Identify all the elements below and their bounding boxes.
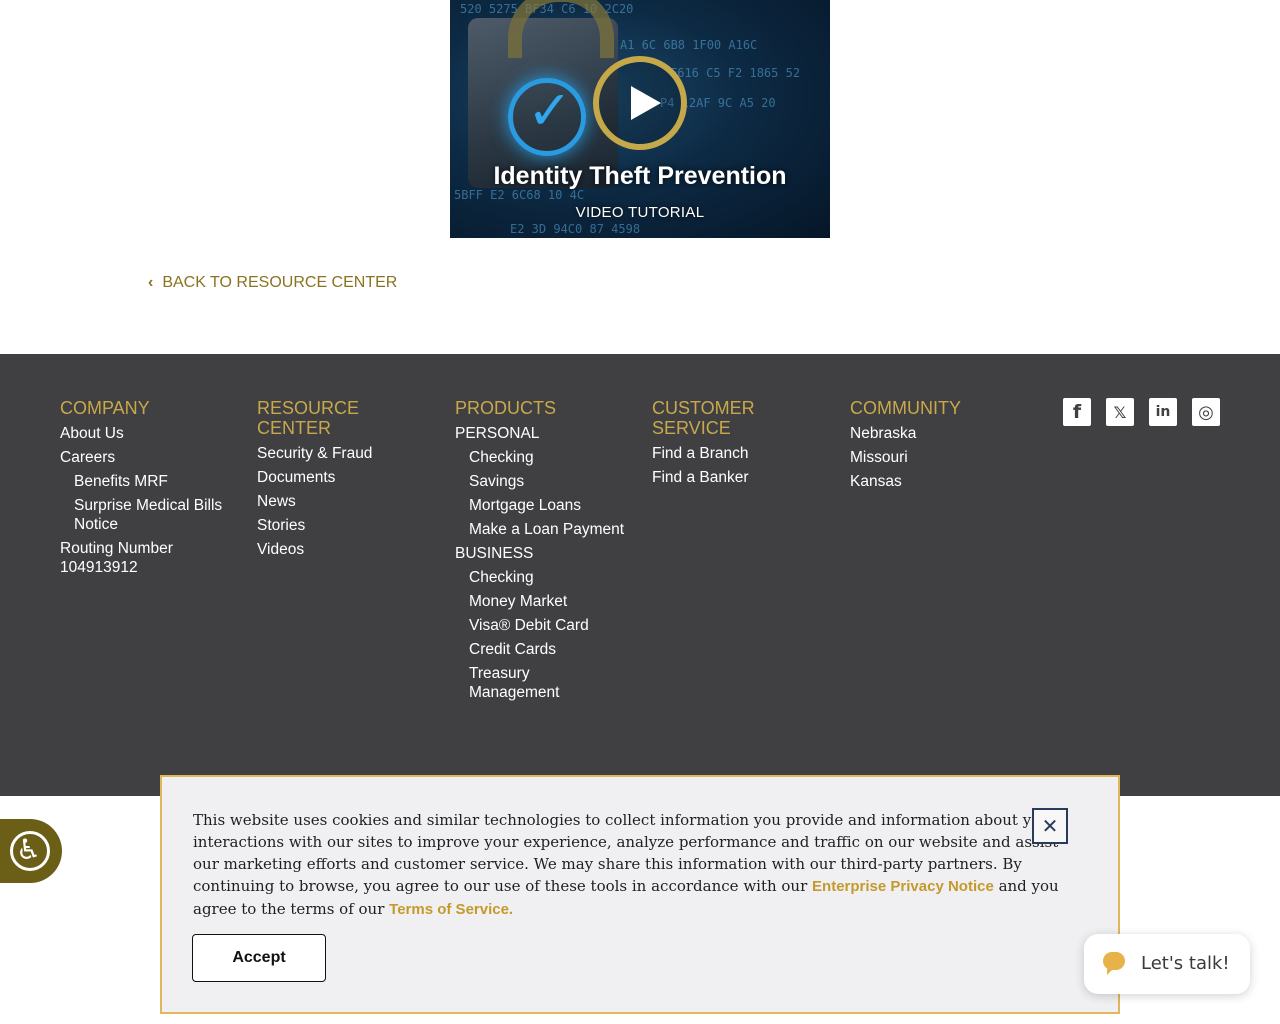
footer-resource-center-heading: RESOURCE CENTER xyxy=(257,398,360,438)
footer-link-treasury-management[interactable]: Treasury Management xyxy=(455,664,565,702)
footer-community-heading: COMMUNITY xyxy=(850,398,961,418)
footer-link-mortgage-loans[interactable]: Mortgage Loans xyxy=(455,496,635,515)
routing-number-value: 104913912 xyxy=(60,559,138,576)
footer-link-business-checking[interactable]: Checking xyxy=(455,568,635,587)
footer-link-benefits-mrf[interactable]: Benefits MRF xyxy=(60,472,240,491)
video-subtitle: VIDEO TUTORIAL xyxy=(575,204,705,221)
footer-link-visa-debit-card[interactable]: Visa® Debit Card xyxy=(455,616,635,635)
footer-link-personal[interactable]: PERSONAL xyxy=(455,424,635,443)
chat-bubble-icon xyxy=(1103,952,1125,975)
instagram-icon[interactable]: ◎ xyxy=(1192,398,1220,426)
video-hex-line: E2 3D 94C0 87 4598 xyxy=(510,222,641,236)
footer-customer-service-heading: CUSTOMER SERVICE xyxy=(652,398,755,438)
back-link-label: BACK TO RESOURCE CENTER xyxy=(162,274,398,291)
footer-company-column: COMPANY About Us Careers Benefits MRF Su… xyxy=(60,398,240,582)
footer-link-money-market[interactable]: Money Market xyxy=(455,592,635,611)
footer-company-heading: COMPANY xyxy=(60,398,150,418)
footer-link-security-fraud[interactable]: Security & Fraud xyxy=(257,444,437,463)
close-icon[interactable]: ✕ xyxy=(1032,808,1068,844)
padlock-shackle xyxy=(508,0,614,58)
footer-link-make-loan-payment[interactable]: Make a Loan Payment xyxy=(455,520,635,539)
footer-link-credit-cards[interactable]: Credit Cards xyxy=(455,640,635,659)
protected-check-icon: ✓ xyxy=(508,78,586,156)
wheelchair-icon: ♿ xyxy=(16,833,42,866)
footer-products-heading: PRODUCTS xyxy=(455,398,557,418)
linkedin-icon[interactable]: in xyxy=(1149,398,1177,426)
footer-link-surprise-medical-bills[interactable]: Surprise Medical Bills Notice xyxy=(60,496,230,534)
accessibility-button[interactable]: ♿ xyxy=(0,819,62,883)
footer-link-documents[interactable]: Documents xyxy=(257,468,437,487)
footer-resource-center-column: RESOURCE CENTER Security & Fraud Documen… xyxy=(257,398,437,564)
footer-link-find-banker[interactable]: Find a Banker xyxy=(652,468,832,487)
facebook-icon[interactable]: f xyxy=(1063,398,1091,426)
video-hex-line: A1 6C 6B8 1F00 A16C xyxy=(620,38,758,52)
footer-link-business[interactable]: BUSINESS xyxy=(455,544,635,563)
accept-button[interactable]: Accept xyxy=(192,934,326,982)
footer-link-nebraska[interactable]: Nebraska xyxy=(850,424,1030,443)
routing-number-label: Routing Number xyxy=(60,540,173,557)
cookie-message: This website uses cookies and similar te… xyxy=(193,809,1073,921)
footer-products-column: PRODUCTS PERSONAL Checking Savings Mortg… xyxy=(455,398,635,707)
chevron-left-icon: ‹ xyxy=(148,274,154,291)
privacy-notice-link[interactable]: Enterprise Privacy Notice xyxy=(812,878,994,895)
chat-widget-button[interactable]: Let's talk! xyxy=(1084,934,1250,994)
footer-link-careers[interactable]: Careers xyxy=(60,448,240,467)
footer-link-missouri[interactable]: Missouri xyxy=(850,448,1030,467)
footer-link-news[interactable]: News xyxy=(257,492,437,511)
video-thumbnail[interactable]: 520 5275 BF34 C6 10 2C20 A1 6C 6B8 1F00 … xyxy=(450,0,830,238)
terms-of-service-link[interactable]: Terms of Service. xyxy=(389,901,513,918)
footer-link-kansas[interactable]: Kansas xyxy=(850,472,1030,491)
footer-link-about-us[interactable]: About Us xyxy=(60,424,240,443)
footer-link-videos[interactable]: Videos xyxy=(257,540,437,559)
page: 520 5275 BF34 C6 10 2C20 A1 6C 6B8 1F00 … xyxy=(0,0,1280,1024)
cookie-consent-banner: This website uses cookies and similar te… xyxy=(160,775,1120,1014)
back-to-resource-center-link[interactable]: ‹ BACK TO RESOURCE CENTER xyxy=(148,274,397,292)
footer-customer-service-column: CUSTOMER SERVICE Find a Branch Find a Ba… xyxy=(652,398,832,492)
play-icon[interactable] xyxy=(593,56,687,150)
social-links: f 𝕏 in ◎ xyxy=(1063,398,1220,426)
chat-label: Let's talk! xyxy=(1141,953,1230,974)
footer-community-column: COMMUNITY Nebraska Missouri Kansas xyxy=(850,398,1030,496)
x-twitter-icon[interactable]: 𝕏 xyxy=(1106,398,1134,426)
site-footer: COMPANY About Us Careers Benefits MRF Su… xyxy=(0,354,1280,796)
video-title: Identity Theft Prevention xyxy=(493,162,787,190)
video-hex-line: F616 C5 F2 1865 52 xyxy=(670,66,801,80)
footer-link-stories[interactable]: Stories xyxy=(257,516,437,535)
footer-link-find-branch[interactable]: Find a Branch xyxy=(652,444,832,463)
footer-link-personal-checking[interactable]: Checking xyxy=(455,448,635,467)
footer-link-savings[interactable]: Savings xyxy=(455,472,635,491)
